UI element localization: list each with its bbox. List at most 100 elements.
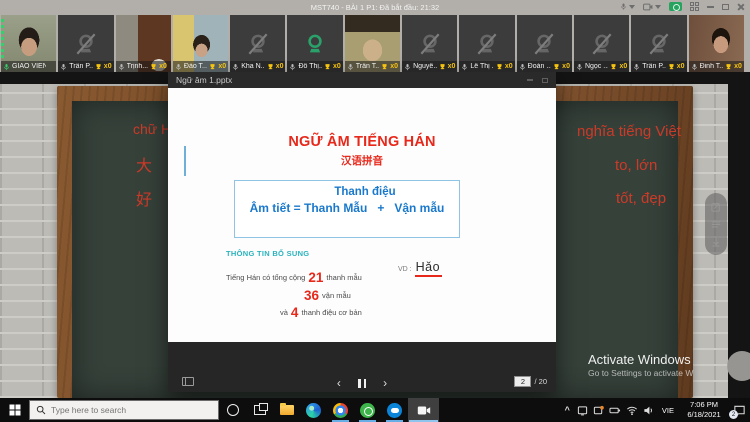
maximize-icon[interactable] <box>722 4 729 10</box>
participant-name: Đoàn ... <box>528 63 552 70</box>
participant-strip: GIAO VIEN 4 Trần P... <box>1 15 750 72</box>
floating-toolbar[interactable] <box>705 193 727 255</box>
cortana-button[interactable] <box>219 398 246 422</box>
participant-tile[interactable]: Ngọc ... x0 <box>574 15 629 72</box>
formula-box-heading: Thanh điệu <box>235 186 459 198</box>
system-tray: ^ VIE 7:06 PM 6/18/2021 <box>563 400 750 420</box>
mic-icon <box>691 63 698 71</box>
mic-icon <box>633 63 640 71</box>
participant-label: Trần P... x0 <box>58 61 113 72</box>
trophy-icon <box>95 63 102 71</box>
minimize-icon[interactable] <box>527 79 533 81</box>
participant-tile[interactable]: Kha N... x0 <box>230 15 285 72</box>
mic-icon <box>60 63 67 71</box>
participant-score: x0 <box>276 63 284 70</box>
current-page-box[interactable]: 2 <box>514 376 531 387</box>
participant-tile[interactable]: GIAO VIEN 4 <box>1 15 56 72</box>
tablet-icon[interactable] <box>577 405 588 416</box>
minimize-icon[interactable] <box>707 6 714 8</box>
edge-button[interactable] <box>300 398 327 422</box>
participant-tile[interactable]: Trần P... x0 <box>58 15 113 72</box>
formula-box-formula: Âm tiết = Thanh Mẫu + Vận mẫu <box>235 201 459 215</box>
participant-score: x0 <box>104 63 112 70</box>
activate-windows-watermark: Activate Windows <box>588 352 691 367</box>
previous-slide-button[interactable]: ‹ <box>337 377 341 389</box>
participant-label: Ngọc ... x0 <box>574 61 629 72</box>
participant-tile[interactable]: Nguyễ... x0 <box>402 15 457 72</box>
participant-name: Trịnh... <box>127 63 149 70</box>
pause-button[interactable] <box>358 379 366 388</box>
board-text-right-2: to, lớn <box>615 157 657 174</box>
trophy-icon <box>610 63 617 71</box>
participant-tile[interactable]: Đỗ Thị... x0 <box>287 15 342 72</box>
fact-1-prefix: Tiếng Hán có tổng cộng <box>226 273 305 282</box>
gallery-layout-icon[interactable] <box>690 2 699 11</box>
participant-tile[interactable]: Trần T... x0 <box>345 15 400 72</box>
battery-icon[interactable] <box>609 405 621 416</box>
download-arrow-icon[interactable] <box>711 237 721 247</box>
task-view-button[interactable] <box>246 398 273 422</box>
participant-label: Đỗ Thị... x0 <box>287 61 342 72</box>
participant-name: Đào T... <box>184 63 208 70</box>
tray-expand-chevron[interactable]: ^ <box>563 405 572 415</box>
participant-name: Ngọc ... <box>585 63 609 70</box>
fact-3-unit: thanh điệu cơ bản <box>301 308 361 317</box>
fact-1-unit: thanh mẫu <box>326 273 361 282</box>
presentation-titlebar[interactable]: Ngữ âm 1.pptx <box>168 72 556 88</box>
mic-settings-button[interactable] <box>620 2 635 11</box>
participant-label: Lê Thị ... x0 <box>459 61 514 72</box>
next-slide-button[interactable]: › <box>383 377 387 389</box>
mic-icon <box>461 63 468 71</box>
file-explorer-button[interactable] <box>273 398 300 422</box>
activate-windows-subtext: Go to Settings to activate W <box>588 368 693 378</box>
mic-icon <box>576 63 583 71</box>
participant-tile[interactable]: Đinh T... x0 <box>689 15 744 72</box>
participant-tile[interactable]: Trịnh... x0 <box>116 15 171 72</box>
notification-flag-icon[interactable] <box>593 405 604 416</box>
cortana-icon <box>227 404 239 416</box>
page-indicator: 2 / 20 <box>514 376 547 387</box>
camera-active-indicator-icon[interactable] <box>669 2 682 11</box>
taskbar-search[interactable] <box>29 400 219 420</box>
participant-name: Trần P... <box>642 63 666 70</box>
fact-line-1: Tiếng Hán có tổng cộng 21 thanh mẫu <box>226 270 362 285</box>
camera-settings-button[interactable] <box>643 3 661 11</box>
trophy-icon <box>209 63 216 71</box>
mic-icon <box>175 63 182 71</box>
mic-icon <box>289 63 296 71</box>
fact-3-prefix: và <box>280 308 288 317</box>
edit-icon[interactable] <box>711 202 721 212</box>
participant-tile[interactable]: Đoàn ... x0 <box>517 15 572 72</box>
floating-circle-button[interactable] <box>727 351 750 381</box>
video-camera-icon <box>417 405 431 416</box>
desktop-screen: MST740 - BÀI 1 P1: Đã bắt đầu: 21:32 <box>0 0 750 422</box>
participant-tile[interactable]: Đào T... x0 <box>173 15 228 72</box>
text-lines-icon[interactable] <box>711 220 721 228</box>
participant-label: Trần P... x0 <box>631 61 686 72</box>
participant-tile[interactable]: Lê Thị ... x0 <box>459 15 514 72</box>
clock-date: 6/18/2021 <box>682 410 726 420</box>
taskbar-clock[interactable]: 7:06 PM 6/18/2021 <box>682 400 726 420</box>
close-icon[interactable] <box>737 3 745 11</box>
trophy-icon <box>439 63 446 71</box>
fact-1-number: 21 <box>308 270 323 285</box>
participant-tile[interactable]: Trần P... x0 <box>631 15 686 72</box>
zalo-button[interactable] <box>381 398 408 422</box>
chrome-button[interactable] <box>327 398 354 422</box>
wifi-icon[interactable] <box>626 405 638 416</box>
mic-icon <box>404 63 411 71</box>
start-button[interactable] <box>0 398 29 422</box>
action-center-button[interactable]: 2 <box>731 402 747 418</box>
coccoc-button[interactable] <box>354 398 381 422</box>
chrome-icon <box>333 403 348 418</box>
search-input[interactable] <box>51 405 201 415</box>
language-indicator[interactable]: VIE <box>659 406 677 415</box>
participant-score: x0 <box>505 63 513 70</box>
participant-score: x0 <box>333 63 341 70</box>
meeting-app-button[interactable] <box>408 398 439 422</box>
trophy-icon <box>381 63 388 71</box>
speaker-icon[interactable] <box>643 405 654 416</box>
restore-icon[interactable] <box>542 78 548 83</box>
mic-icon <box>519 63 526 71</box>
participant-score: x0 <box>677 63 685 70</box>
